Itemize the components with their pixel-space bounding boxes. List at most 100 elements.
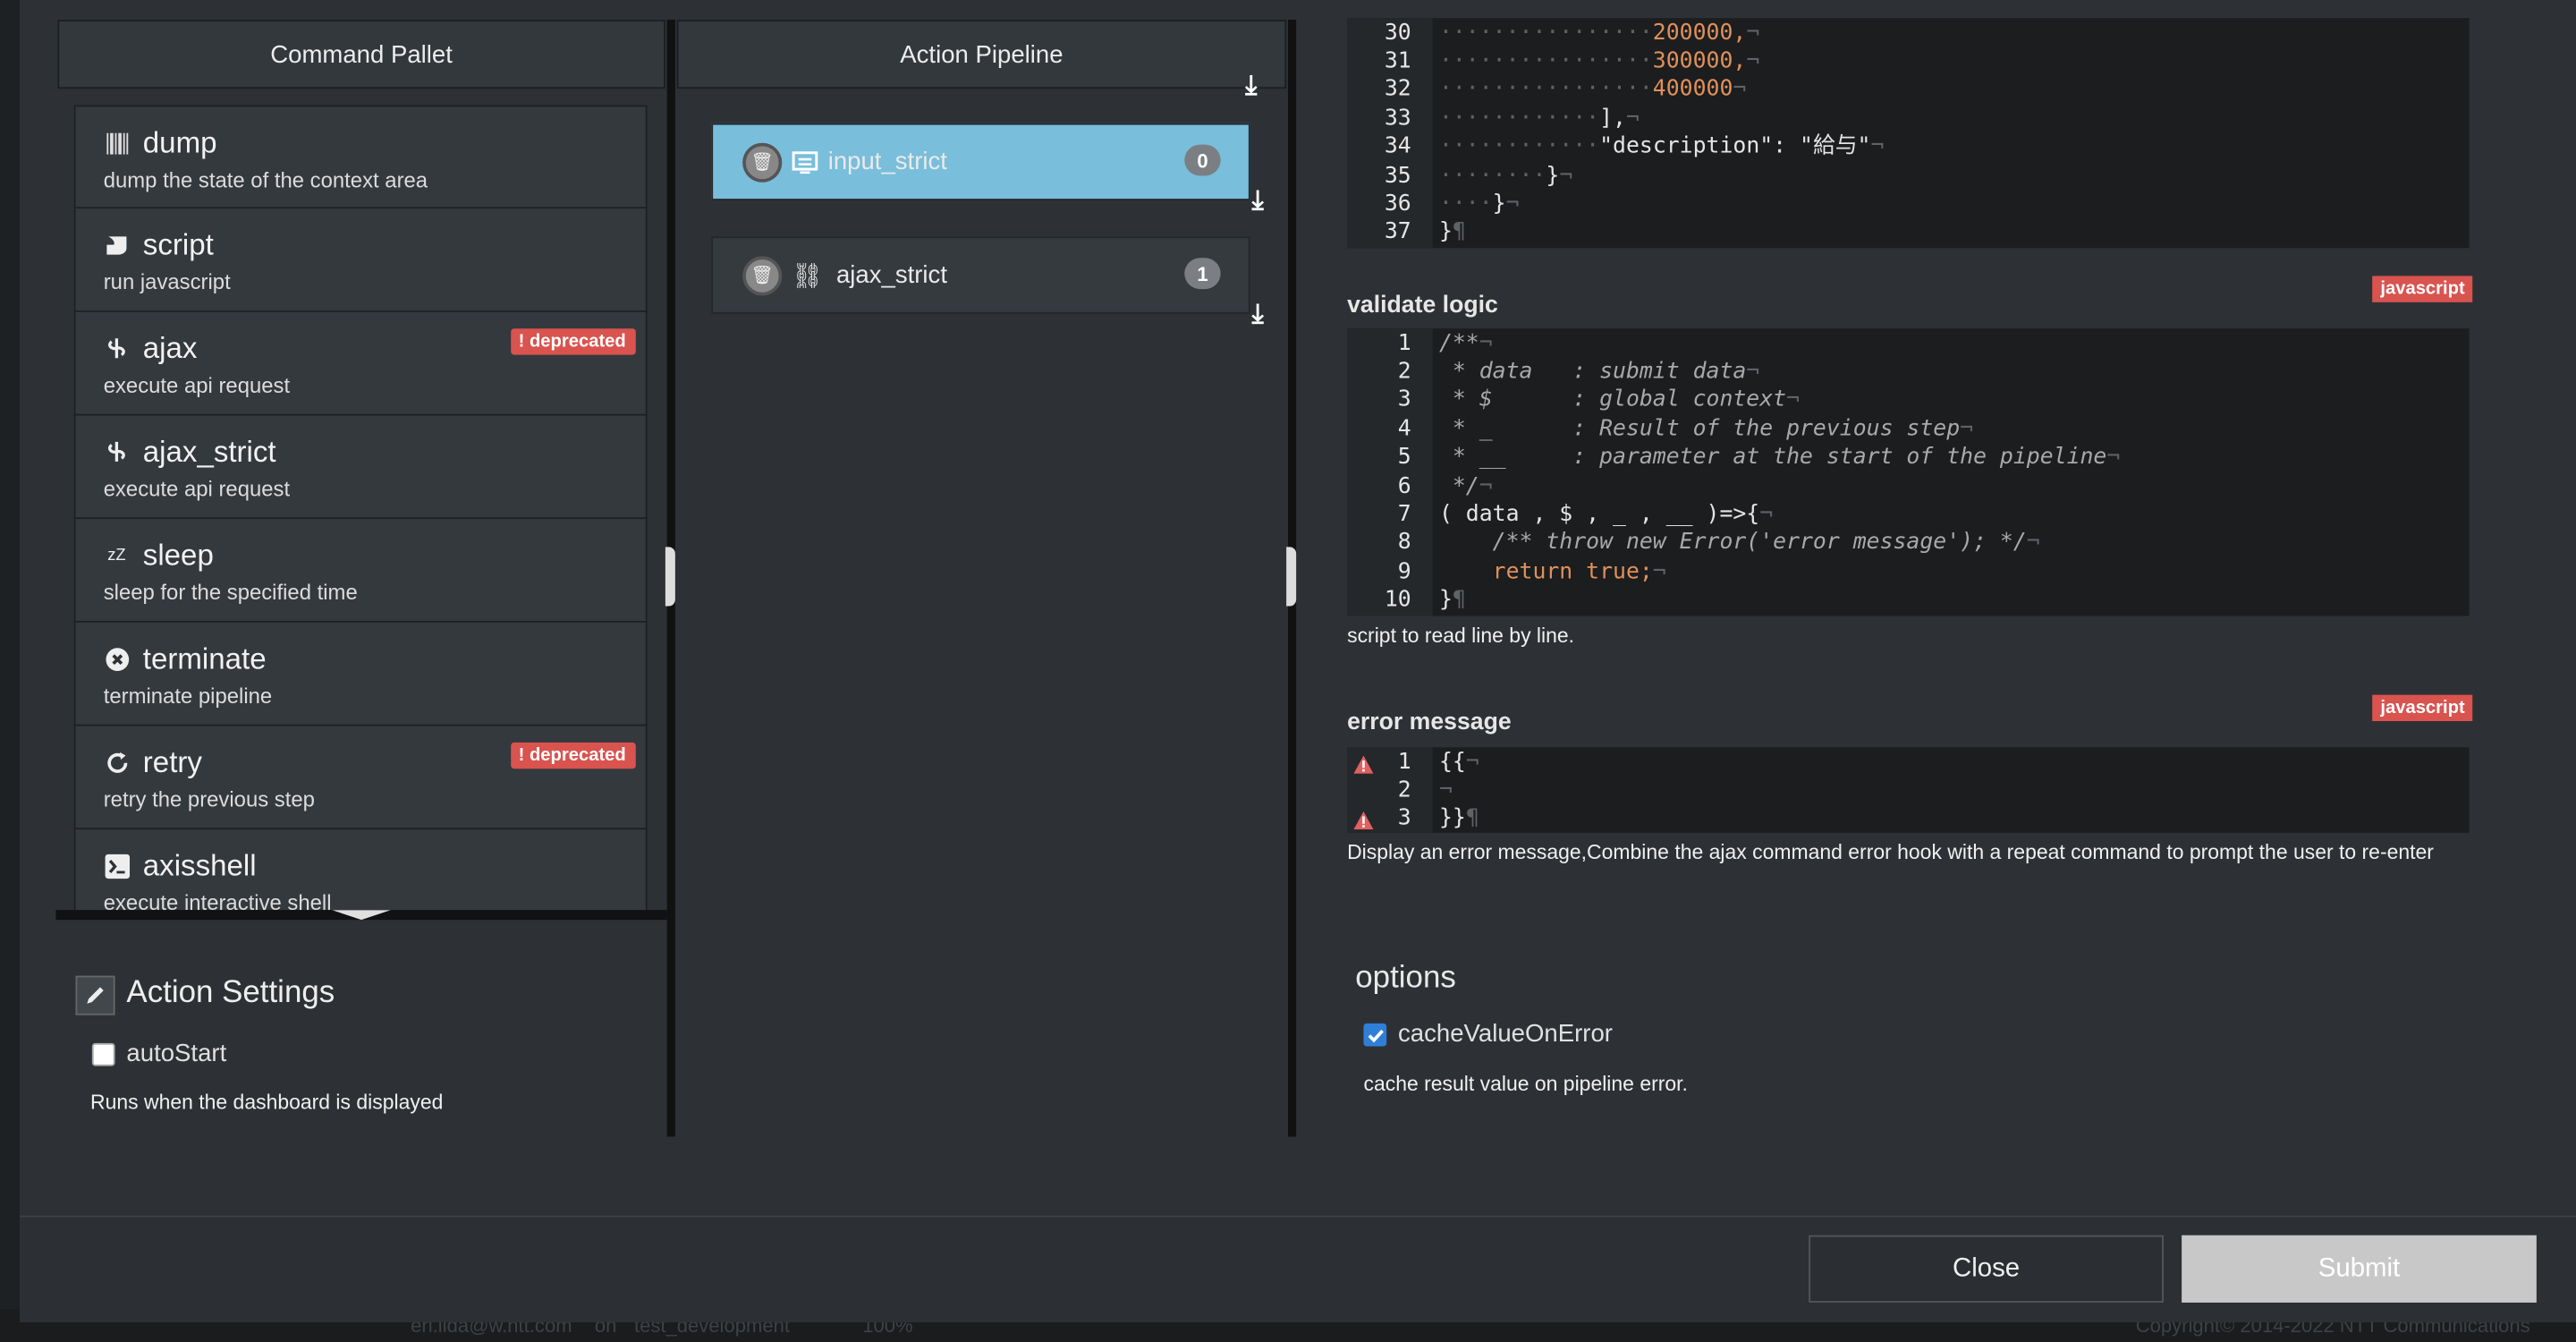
error-message-label: error message [1347, 709, 1512, 736]
line-number: 9 [1397, 557, 1411, 585]
error-message-help: Display an error message,Combine the aja… [1347, 841, 2434, 864]
command-item-script[interactable]: script run javascript [73, 208, 648, 312]
action-settings-title: Action Settings [126, 975, 335, 1011]
pipeline-item-ajax-strict[interactable]: 🗑 ⛓ ajax_strict 1 [711, 236, 1250, 314]
code-line: */¬ [1438, 471, 1493, 499]
delete-icon[interactable]: 🗑 [742, 141, 783, 182]
cache-value-help: cache result value on pipeline error. [1363, 1072, 1688, 1096]
pipeline-item-label: input_strict [827, 148, 947, 176]
command-item-ajax[interactable]: ajax execute api request ! deprecated [73, 311, 648, 416]
barcode-icon [104, 130, 130, 156]
line-number: 3 [1397, 805, 1411, 832]
command-list-scrollbar[interactable] [55, 910, 667, 921]
line-number: 6 [1397, 471, 1411, 499]
code-line: ····}¬ [1438, 190, 1520, 217]
line-number: 31 [1384, 47, 1411, 74]
code-line: /**¬ [1438, 329, 1493, 356]
error-language-badge: javascript [2372, 694, 2473, 722]
code-line: return true;¬ [1438, 557, 1666, 585]
code-line: ················200000,¬ [1438, 19, 1760, 46]
action-pipeline-header: Action Pipeline [676, 20, 1287, 89]
pipeline-item-label: ajax_strict [835, 260, 948, 290]
code-line: }}¶ [1438, 805, 1479, 832]
pipeline-arrow-icon: ⤓ [1245, 72, 1258, 100]
line-number: 2 [1397, 358, 1411, 385]
line-number: 4 [1397, 414, 1411, 442]
validate-logic-help: script to read line by line. [1347, 624, 1575, 648]
command-name: ajax [142, 330, 198, 364]
close-button[interactable]: Close [1809, 1235, 2164, 1303]
line-number: 36 [1384, 190, 1411, 217]
code-line: ············"description": "給与"¬ [1438, 132, 1885, 160]
command-desc: execute api request [103, 372, 291, 398]
line-number: 30 [1384, 19, 1411, 46]
command-desc: execute interactive shell [103, 890, 332, 911]
line-number: 35 [1384, 161, 1411, 189]
command-item-retry[interactable]: retry retry the previous step ! deprecated [73, 726, 648, 830]
code-line: ················400000¬ [1438, 76, 1747, 103]
link-icon [104, 438, 130, 464]
close-circle-icon [104, 646, 130, 672]
command-item-ajax-strict[interactable]: ajax_strict execute api request [73, 415, 648, 520]
pipeline-index-badge: 0 [1184, 144, 1221, 176]
edit-icon [75, 975, 115, 1015]
code-line: /** throw new Error('error message'); */… [1438, 529, 2040, 556]
autostart-checkbox[interactable] [91, 1042, 115, 1066]
keyboard-icon [792, 150, 818, 174]
command-name: dump [142, 125, 217, 159]
validate-logic-label: validate logic [1347, 292, 1498, 319]
command-item-axisshell[interactable]: axisshell execute interactive shell [73, 829, 648, 911]
left-splitter-handle[interactable] [665, 547, 675, 607]
command-item-sleep[interactable]: zZ sleep sleep for the specified time [73, 519, 648, 623]
command-name: ajax_strict [142, 434, 276, 468]
code-line: }¶ [1438, 218, 1466, 246]
scroll-handle[interactable] [332, 910, 392, 921]
command-desc: sleep for the specified time [103, 580, 358, 605]
line-number: 33 [1384, 104, 1411, 132]
line-number: 2 [1397, 777, 1411, 803]
code-line: {{¬ [1438, 748, 1479, 775]
command-desc: retry the previous step [103, 786, 315, 811]
line-number: 37 [1384, 218, 1411, 246]
deprecated-badge: ! deprecated [510, 328, 636, 355]
code-line: ········}¬ [1438, 161, 1573, 189]
line-number: 1 [1397, 748, 1411, 775]
cache-value-checkbox[interactable] [1363, 1023, 1387, 1047]
code-line: ················300000,¬ [1438, 47, 1760, 74]
pipeline-item-input-strict[interactable]: 🗑 input_strict 0 [711, 123, 1250, 200]
delete-icon[interactable]: 🗑 [742, 255, 783, 295]
code-line: }¶ [1438, 586, 1466, 614]
json-code-editor[interactable]: 30 ················200000,¬ 31 ············… [1347, 18, 2470, 249]
right-splitter-handle[interactable] [1286, 547, 1297, 607]
submit-button[interactable]: Submit [2182, 1235, 2537, 1303]
command-name: sleep [142, 538, 214, 572]
command-name: script [142, 227, 214, 261]
command-desc: terminate pipeline [103, 683, 273, 709]
link-icon [104, 336, 130, 361]
command-list[interactable]: dump dump the state of the context area sc… [73, 105, 648, 911]
link-icon: ⛓ [792, 261, 824, 291]
line-number: 10 [1384, 586, 1411, 614]
deprecated-badge: ! deprecated [510, 742, 636, 769]
command-pallet-title: Command Pallet [270, 39, 453, 69]
refresh-icon [104, 749, 130, 775]
validate-logic-editor[interactable]: 1 /**¬ 2 * data : submit data¬ 3 * $ : glob… [1347, 328, 2470, 616]
code-line: * __ : parameter at the start of the pip… [1438, 443, 2121, 471]
line-number: 1 [1397, 329, 1411, 356]
code-line: ············],¬ [1438, 104, 1640, 132]
code-line: * data : submit data¬ [1438, 358, 1760, 385]
code-line: ¬ [1438, 777, 1453, 803]
command-item-terminate[interactable]: terminate terminate pipeline [73, 622, 648, 726]
command-name: retry [142, 744, 202, 778]
autostart-label: autoStart [126, 1040, 227, 1068]
command-item-dump[interactable]: dump dump the state of the context area [73, 105, 648, 209]
pipeline-arrow-icon: ⤓ [1251, 187, 1264, 216]
sleep-icon: zZ [107, 546, 126, 565]
pipeline-arrow-icon: ⤓ [1251, 300, 1264, 329]
command-pallet-header: Command Pallet [57, 20, 665, 89]
line-number: 5 [1397, 443, 1411, 471]
autostart-help: Runs when the dashboard is displayed [90, 1091, 444, 1114]
line-number: 3 [1397, 386, 1411, 413]
pipeline-index-badge: 1 [1184, 258, 1221, 290]
error-message-editor[interactable]: 1 {{¬ 2 ¬ 3 }}¶ [1347, 747, 2470, 833]
